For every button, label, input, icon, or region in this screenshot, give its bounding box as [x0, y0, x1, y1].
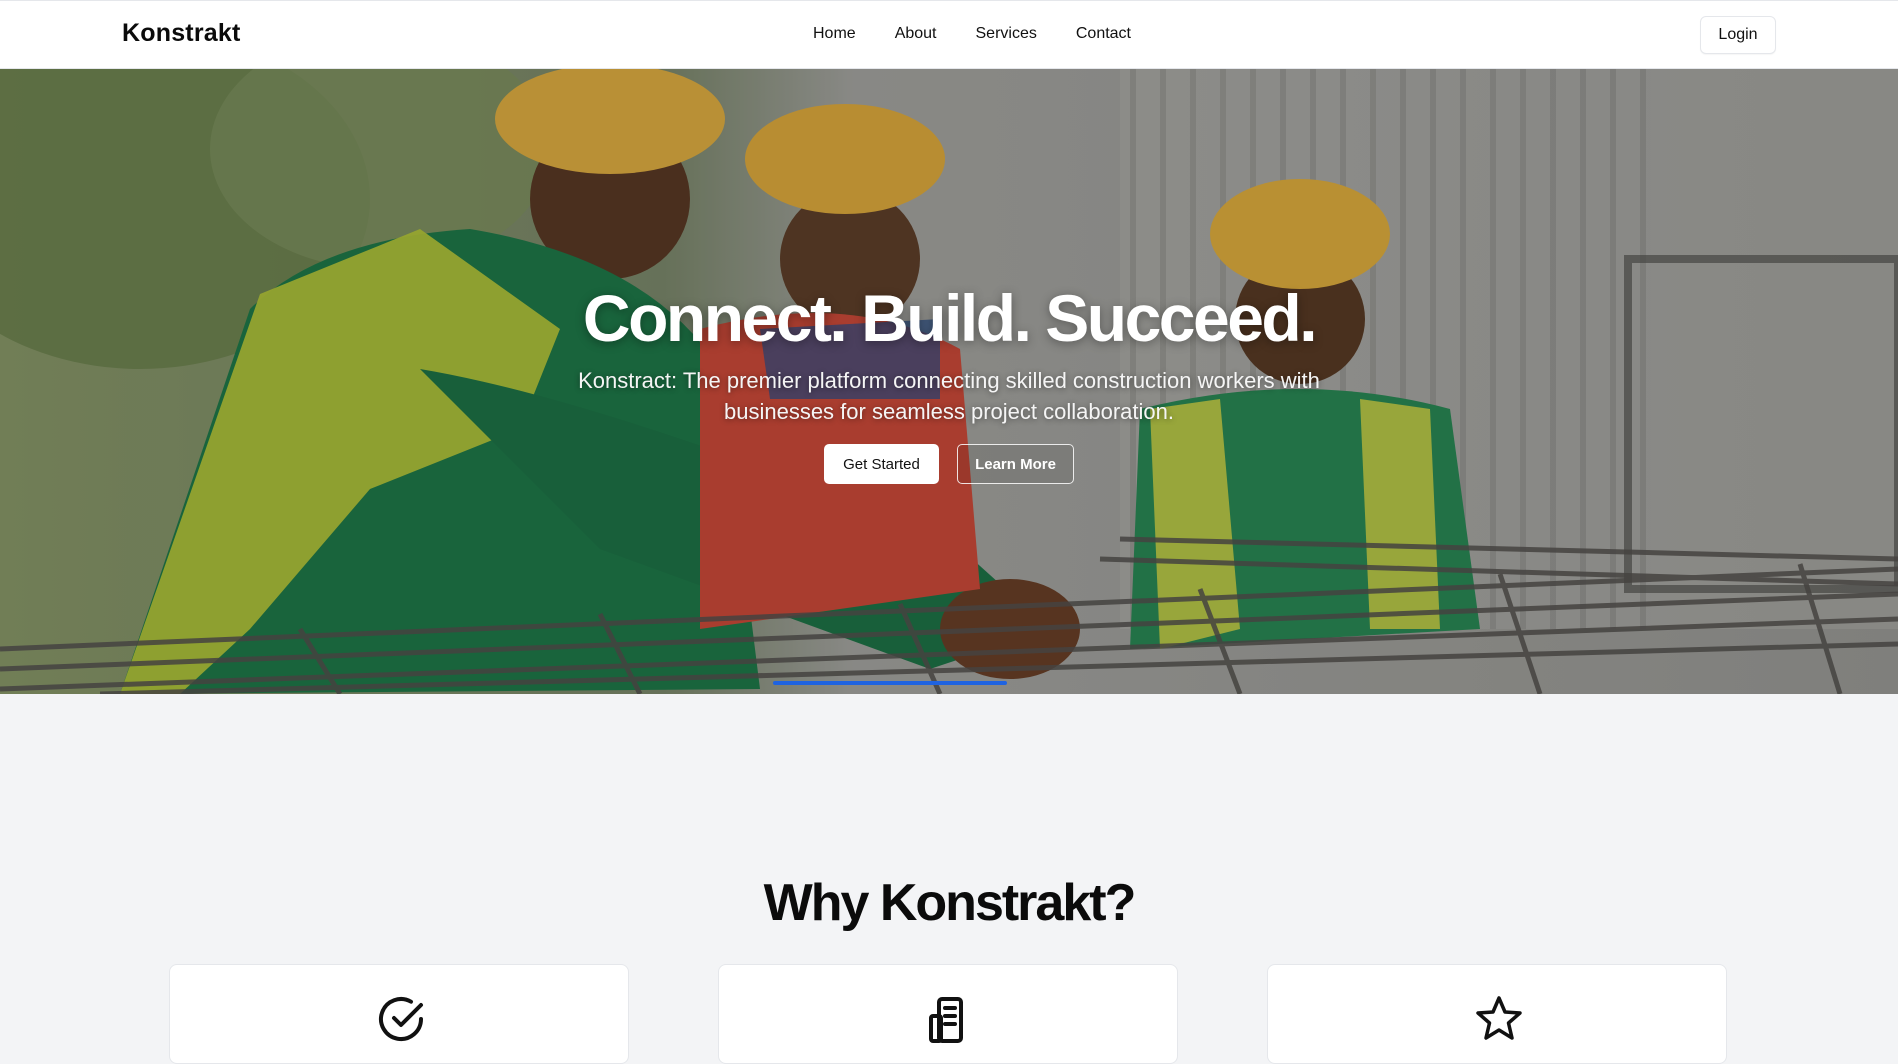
- carousel-progress-bar: [773, 681, 1007, 685]
- login-button[interactable]: Login: [1700, 16, 1776, 54]
- top-navbar: Konstrakt Home About Services Contact Lo…: [0, 0, 1898, 69]
- star-icon: [1476, 996, 1522, 1040]
- brand-logo[interactable]: Konstrakt: [122, 19, 241, 48]
- feature-card: [1267, 964, 1727, 1064]
- feature-card: [169, 964, 629, 1064]
- feature-card: [718, 964, 1178, 1064]
- hero-subtitle: Konstract: The premier platform connecti…: [578, 368, 1320, 424]
- check-circle-icon: [379, 997, 423, 1041]
- hero-title: Connect. Build. Succeed.: [582, 281, 1318, 355]
- main-nav: Home About Services Contact: [813, 25, 1131, 43]
- learn-more-button[interactable]: Learn More: [957, 444, 1074, 484]
- nav-contact-link[interactable]: Contact: [1076, 25, 1131, 43]
- nav-home-link[interactable]: Home: [813, 25, 856, 43]
- get-started-button[interactable]: Get Started: [824, 444, 939, 484]
- nav-about-link[interactable]: About: [895, 25, 937, 43]
- why-section-title: Why Konstrakt?: [763, 874, 1137, 933]
- building-icon: [929, 997, 963, 1043]
- nav-services-link[interactable]: Services: [976, 25, 1037, 43]
- hero-section: Connect. Build. Succeed. Konstract: The …: [0, 69, 1898, 694]
